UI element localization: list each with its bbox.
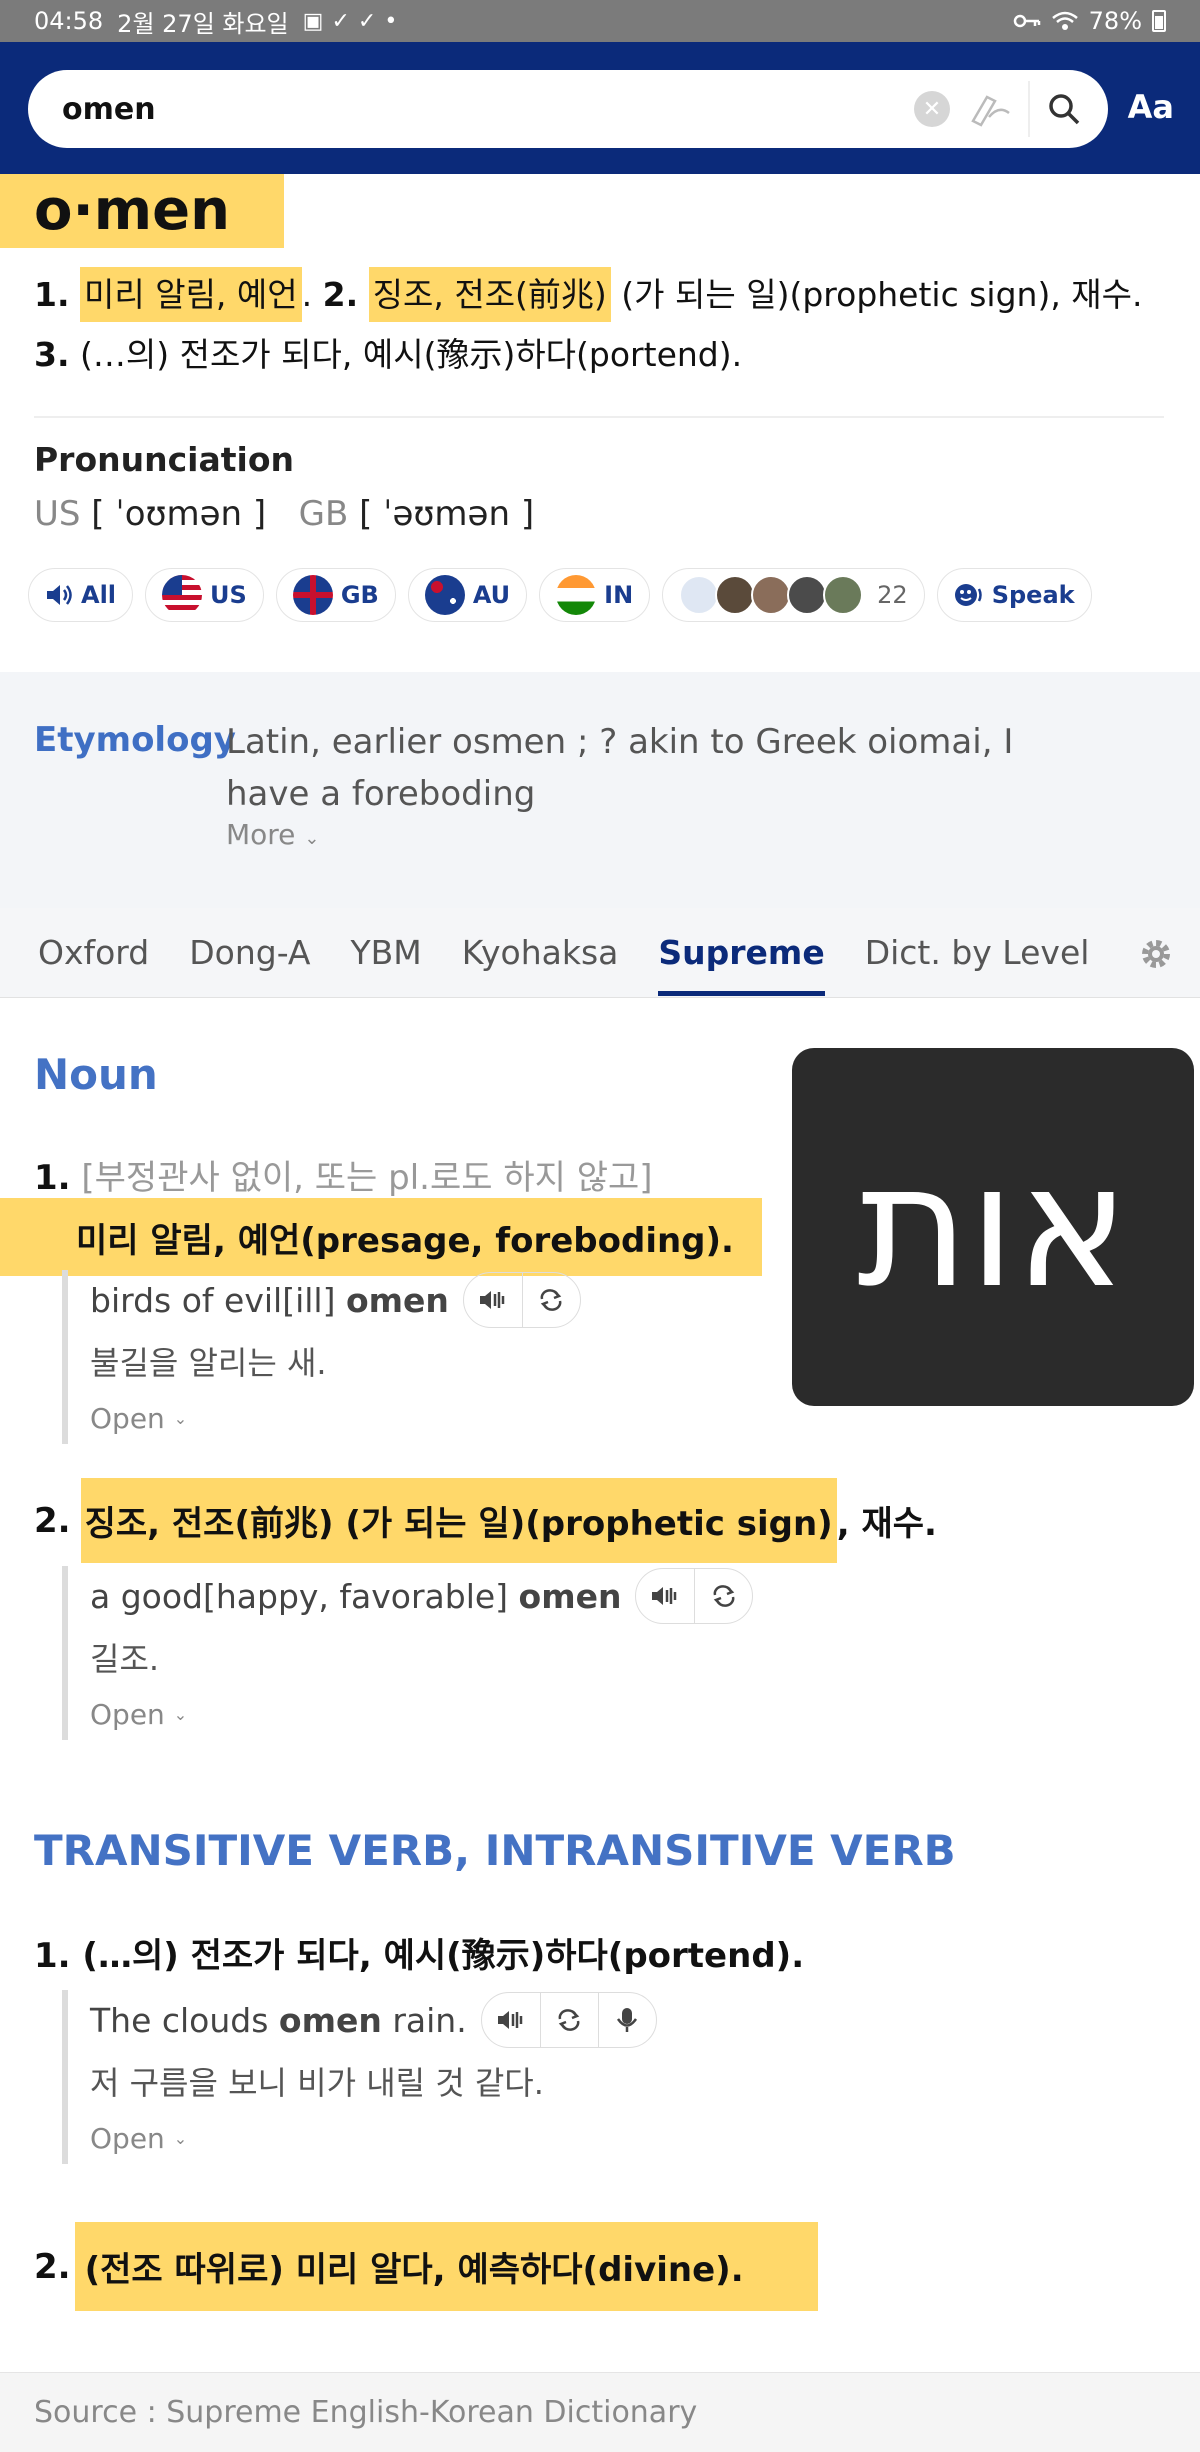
check-icon: ✓ [357,8,377,34]
handwriting-icon[interactable] [968,86,1014,132]
speak-button[interactable]: Speak [936,568,1092,622]
headword: o·men [0,174,284,248]
search-icon[interactable] [1028,81,1084,137]
gallery-icon: ▣ [302,8,324,34]
check-icon: ✓ [331,8,350,34]
in-flag-icon [556,575,597,615]
pron-gb: [ ˈəʊmən ] [359,494,535,534]
verb-sense-1: 1. (…의) 전조가 되다, 예시(豫示)하다(portend). [34,1936,805,1976]
search-input[interactable]: omen ✕ [28,70,1108,148]
avatar [715,575,756,615]
battery-icon [1152,10,1166,32]
noun-sense-1-label: 1. [부정관사 없이, 또는 pl.로도 하지 않고] [34,1158,653,1198]
noun-sense-2-example: a good[happy, favorable] omen 길조. Open ⌄ [62,1566,754,1740]
tab-ybm[interactable]: YBM [350,908,421,998]
play-audio-icon[interactable] [482,1993,540,2047]
summary-def-1[interactable]: 미리 알림, 예언 [80,267,302,322]
chevron-down-icon: ⌄ [173,1704,188,1724]
pron-us: [ ˈoʊmən ] [91,494,267,534]
wifi-icon [1051,11,1078,30]
audio-all-button[interactable]: All [28,568,134,622]
avatar [751,575,792,615]
speaker-icon [47,585,72,605]
noun-title: Noun [34,1050,158,1099]
example-translation: 저 구름을 보니 비가 내릴 것 같다. [90,2064,544,2102]
noun-sense-1-example: birds of evil[ill] omen 불길을 알리는 새. Open … [62,1270,581,1444]
chevron-down-icon: ⌄ [173,2128,188,2148]
example-open-button[interactable]: Open ⌄ [90,1392,581,1444]
tab-kyohaksa[interactable]: Kyohaksa [462,908,619,998]
status-date: 2월 27일 화요일 [117,9,289,38]
hebrew-word-image[interactable]: אות [792,1048,1194,1406]
source-footer: Source : Supreme English-Korean Dictiona… [0,2372,1200,2452]
status-time: 04:58 [34,7,104,35]
speak-face-icon [954,584,982,606]
chevron-down-icon: ⌄ [173,1408,188,1428]
search-header: omen ✕ Aa [0,42,1200,174]
status-bar: 04:58 2월 27일 화요일 ▣ ✓ ✓ • 78% [0,0,1200,42]
microphone-icon[interactable] [597,1993,656,2047]
noun-sense-1-definition[interactable]: 미리 알림, 예언(presage, foreboding). [0,1198,762,1276]
noun-sense-2-definition[interactable]: 징조, 전조(前兆) (가 되는 일)(prophetic sign) [80,1478,837,1563]
example-translation: 불길을 알리는 새. [90,1344,327,1382]
key-icon [1013,14,1040,28]
audio-chips: All US GB AU IN 22 Speak [28,568,1092,622]
divider [34,416,1164,418]
pronunciation-title: Pronunciation [34,440,295,479]
dot-icon: • [384,8,398,34]
us-flag-icon [162,575,203,615]
gear-icon[interactable] [1138,936,1174,972]
noun-sense-2: 2. 징조, 전조(前兆) (가 되는 일)(prophetic sign) ,… [34,1478,937,1563]
avatar [823,575,864,615]
etymology-text: Latin, earlier osmen ; ? akin to Greek o… [226,722,1014,814]
etymology-section: Etymology Latin, earlier osmen ; ? akin … [0,672,1200,908]
pronunciation-line: US [ ˈoʊmən ] GB [ ˈəʊmən ] [34,494,535,534]
tab-dict-by-level[interactable]: Dict. by Level [865,908,1090,998]
play-audio-icon[interactable] [464,1273,522,1327]
etymology-title: Etymology [34,720,236,760]
repeat-icon[interactable] [539,1993,598,2047]
chevron-down-icon: ⌄ [304,828,320,849]
verb-sense-2: 2. (전조 따위로) 미리 알다, 예측하다(divine). [34,2222,818,2311]
example-text: birds of evil[ill] omen [90,1280,449,1320]
search-query[interactable]: omen [62,92,914,127]
tab-dong-a[interactable]: Dong-A [189,908,310,998]
audio-user-count: 22 [877,581,908,609]
repeat-icon[interactable] [521,1273,580,1327]
audio-gb-button[interactable]: GB [275,568,396,622]
summary-line-2: 3. (…의) 전조가 되다, 예시(豫示)하다(portend). [34,335,743,374]
dictionary-tabs: Oxford Dong-A YBM Kyohaksa Supreme Dict.… [0,908,1200,998]
tab-oxford[interactable]: Oxford [38,908,149,998]
audio-au-button[interactable]: AU [407,568,528,622]
etymology-more-button[interactable]: More ⌄ [226,818,319,851]
example-open-button[interactable]: Open ⌄ [90,2112,657,2164]
avatar [679,575,720,615]
font-size-button[interactable]: Aa [1128,88,1174,126]
avatar [787,575,828,615]
verb-sense-2-definition[interactable]: (전조 따위로) 미리 알다, 예측하다(divine). [74,2222,818,2311]
audio-us-button[interactable]: US [145,568,264,622]
verb-sense-1-example: The clouds omen rain. 저 구름을 보니 비가 내릴 것 같… [62,1990,657,2164]
verb-title: TRANSITIVE VERB, INTRANSITIVE VERB [34,1826,956,1875]
repeat-icon[interactable] [694,1569,752,1623]
example-text: a good[happy, favorable] omen [90,1576,622,1616]
au-flag-icon [424,575,465,615]
gb-flag-icon [292,575,333,615]
tab-supreme[interactable]: Supreme [658,908,826,998]
clear-icon[interactable]: ✕ [914,91,950,127]
battery-level: 78% [1088,7,1142,35]
audio-in-button[interactable]: IN [539,568,651,622]
example-translation: 길조. [90,1640,160,1678]
audio-users-button[interactable]: 22 [662,568,925,622]
example-open-button[interactable]: Open ⌄ [90,1688,753,1740]
example-text: The clouds omen rain. [90,2000,467,2040]
summary-line-1: 1. 미리 알림, 예언. 2. 징조, 전조(前兆) (가 되는 일)(pro… [34,267,1143,322]
summary-def-2[interactable]: 징조, 전조(前兆) [368,267,611,322]
play-audio-icon[interactable] [636,1569,694,1623]
